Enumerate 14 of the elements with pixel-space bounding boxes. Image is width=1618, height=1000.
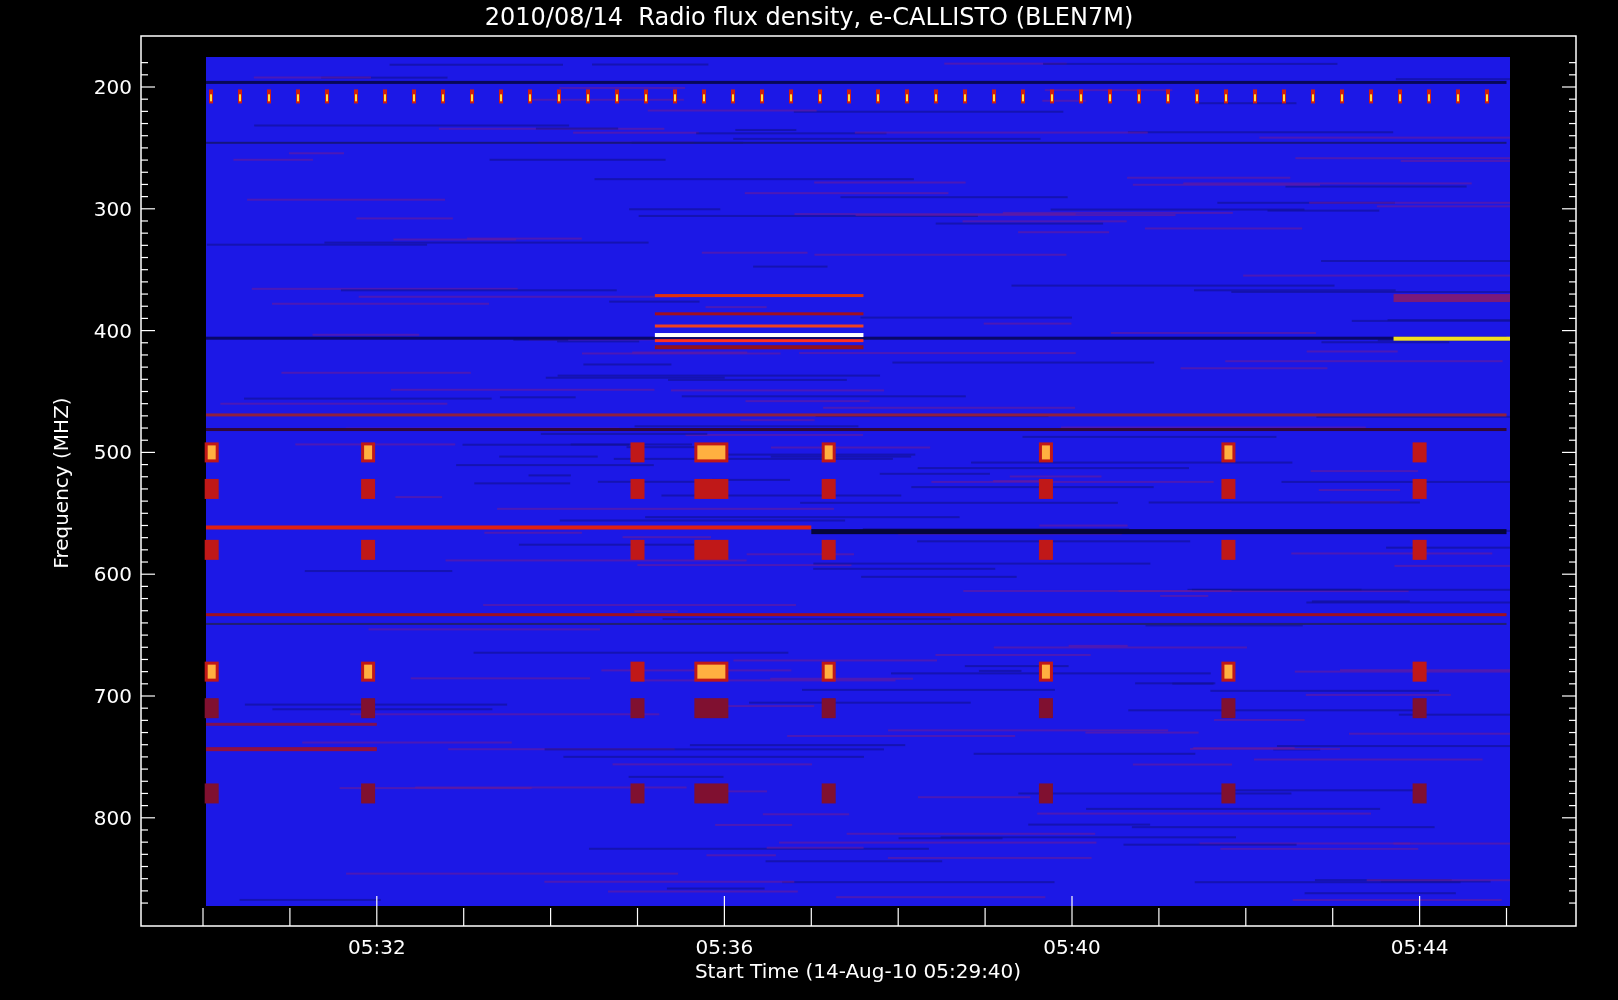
x-tick-label: 05:32 (348, 935, 406, 959)
y-tick-label: 800 (93, 805, 132, 830)
x-tick-label: 05:44 (1390, 935, 1449, 959)
x-tick-label: 05:40 (1043, 935, 1101, 959)
x-tick-label: 05:36 (695, 935, 754, 959)
y-tick-label: 300 (93, 196, 132, 221)
y-tick-label: 700 (93, 684, 132, 708)
chart-title: 2010/08/14 Radio flux density, e-CALLISTO (BLEN7M) (483, 2, 1135, 33)
y-tick-label: 200 (93, 75, 132, 99)
y-tick-label: 400 (93, 318, 132, 343)
y-tick-label: 600 (93, 562, 132, 587)
y-tick-label: 500 (93, 440, 132, 465)
y-axis-label: Frequency (MHZ) (49, 397, 73, 569)
x-axis-label: Start Time (14-Aug-10 05:29:40) (694, 959, 1022, 983)
